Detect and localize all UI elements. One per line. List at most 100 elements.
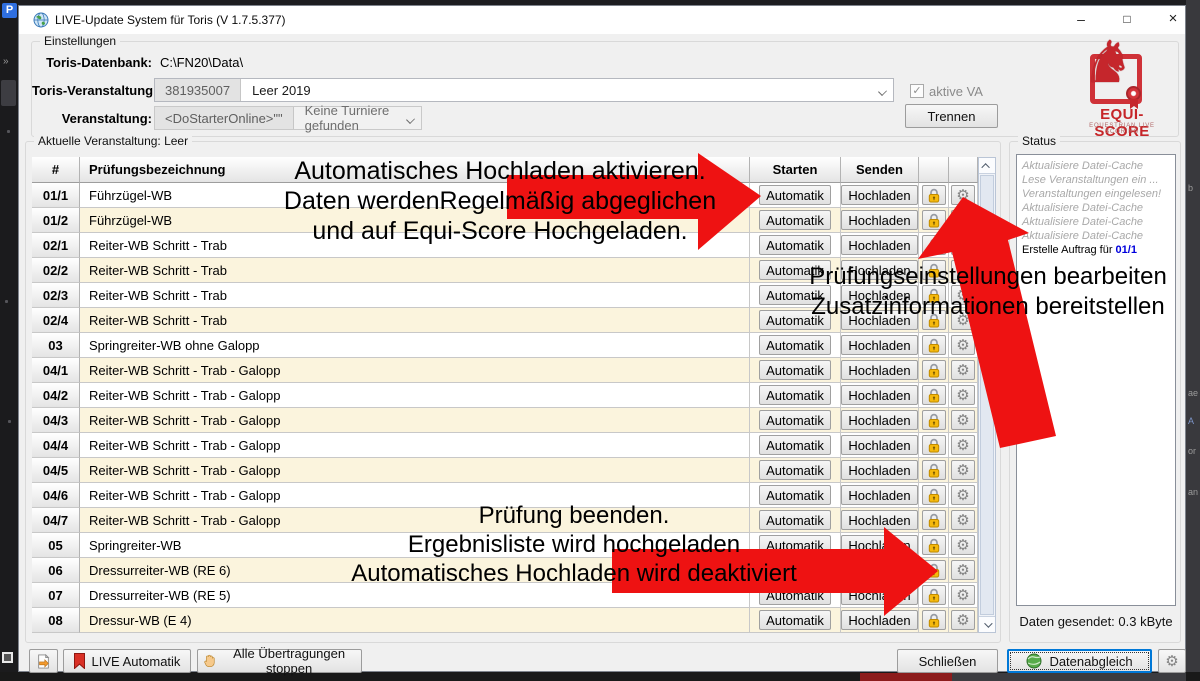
pruefung-name-cell[interactable]: Dressurreiter-WB (RE 6) xyxy=(80,558,750,583)
hochladen-button[interactable]: Hochladen xyxy=(841,460,917,480)
va-combobox[interactable]: <DoStarterOnline>"" Keine Turniere gefun… xyxy=(154,106,422,130)
pruefung-name-cell[interactable]: Führzügel-WB xyxy=(80,208,750,233)
hochladen-button[interactable]: Hochladen xyxy=(841,485,917,505)
pruefung-name-cell[interactable]: Reiter-WB Schritt - Trab - Galopp xyxy=(80,408,750,433)
hochladen-button[interactable]: Hochladen xyxy=(841,585,917,605)
automatik-button[interactable]: Automatik xyxy=(759,285,831,305)
automatik-button[interactable]: Automatik xyxy=(759,385,831,405)
lock-button[interactable] xyxy=(922,185,946,205)
automatik-button[interactable]: Automatik xyxy=(759,335,831,355)
hochladen-button[interactable]: Hochladen xyxy=(841,335,917,355)
pruefung-name-cell[interactable]: Dressur-WB (E 4) xyxy=(80,608,750,633)
automatik-button[interactable]: Automatik xyxy=(759,535,831,555)
pruefung-name-cell[interactable]: Reiter-WB Schritt - Trab xyxy=(80,258,750,283)
pruefung-name-cell[interactable]: Springreiter-WB ohne Galopp xyxy=(80,333,750,358)
schliessen-button[interactable]: Schließen xyxy=(897,649,998,673)
automatik-button[interactable]: Automatik xyxy=(759,260,831,280)
gear-button[interactable]: ⚙ xyxy=(951,460,975,480)
lock-button[interactable] xyxy=(922,310,946,330)
close-button[interactable]: × xyxy=(1151,6,1195,34)
automatik-button[interactable]: Automatik xyxy=(759,485,831,505)
settings-gear-button[interactable]: ⚙ xyxy=(1158,649,1186,673)
lock-button[interactable] xyxy=(922,260,946,280)
gear-button[interactable]: ⚙ xyxy=(951,360,975,380)
pruefung-name-cell[interactable]: Reiter-WB Schritt - Trab - Galopp xyxy=(80,483,750,508)
lock-button[interactable] xyxy=(922,610,946,630)
lock-button[interactable] xyxy=(922,285,946,305)
gear-button[interactable]: ⚙ xyxy=(951,185,975,205)
lock-button[interactable] xyxy=(922,485,946,505)
hochladen-button[interactable]: Hochladen xyxy=(841,435,917,455)
lock-button[interactable] xyxy=(922,360,946,380)
hochladen-button[interactable]: Hochladen xyxy=(841,210,917,230)
gear-button[interactable]: ⚙ xyxy=(951,610,975,630)
lock-button[interactable] xyxy=(922,510,946,530)
gear-button[interactable]: ⚙ xyxy=(951,560,975,580)
hochladen-button[interactable]: Hochladen xyxy=(841,535,917,555)
gear-button[interactable]: ⚙ xyxy=(951,335,975,355)
scrollbar-thumb[interactable] xyxy=(980,175,994,615)
hochladen-button[interactable]: Hochladen xyxy=(841,385,917,405)
hochladen-button[interactable]: Hochladen xyxy=(841,610,917,630)
automatik-button[interactable]: Automatik xyxy=(759,610,831,630)
event-combobox[interactable]: 381935007 Leer 2019 xyxy=(154,78,894,102)
table-scrollbar[interactable] xyxy=(978,157,996,633)
hochladen-button[interactable]: Hochladen xyxy=(841,510,917,530)
hochladen-button[interactable]: Hochladen xyxy=(841,285,917,305)
gear-button[interactable]: ⚙ xyxy=(951,585,975,605)
lock-button[interactable] xyxy=(922,560,946,580)
lock-button[interactable] xyxy=(922,210,946,230)
pruefung-name-cell[interactable]: Dressurreiter-WB (RE 5) xyxy=(80,583,750,608)
chevron-down-icon[interactable] xyxy=(878,87,887,96)
gear-button[interactable]: ⚙ xyxy=(951,210,975,230)
hochladen-button[interactable]: Hochladen xyxy=(841,260,917,280)
hochladen-button[interactable]: Hochladen xyxy=(841,560,917,580)
gear-button[interactable]: ⚙ xyxy=(951,410,975,430)
background-app-icon[interactable]: P xyxy=(2,3,17,18)
hochladen-button[interactable]: Hochladen xyxy=(841,310,917,330)
pruefung-name-cell[interactable]: Reiter-WB Schritt - Trab - Galopp xyxy=(80,383,750,408)
pruefung-name-cell[interactable]: Reiter-WB Schritt - Trab xyxy=(80,283,750,308)
automatik-button[interactable]: Automatik xyxy=(759,460,831,480)
scroll-down-button[interactable] xyxy=(979,616,995,632)
export-report-button[interactable] xyxy=(29,649,58,673)
automatik-button[interactable]: Automatik xyxy=(759,435,831,455)
automatik-button[interactable]: Automatik xyxy=(759,235,831,255)
pruefung-name-cell[interactable]: Reiter-WB Schritt - Trab - Galopp xyxy=(80,458,750,483)
automatik-button[interactable]: Automatik xyxy=(759,360,831,380)
hochladen-button[interactable]: Hochladen xyxy=(841,185,917,205)
lock-button[interactable] xyxy=(922,535,946,555)
lock-button[interactable] xyxy=(922,435,946,455)
pruefung-name-cell[interactable]: Reiter-WB Schritt - Trab xyxy=(80,308,750,333)
pruefung-name-cell[interactable]: Springreiter-WB xyxy=(80,533,750,558)
aktive-va-checkbox[interactable]: ✓ xyxy=(910,84,924,98)
automatik-button[interactable]: Automatik xyxy=(759,210,831,230)
gear-button[interactable]: ⚙ xyxy=(951,235,975,255)
scroll-up-button[interactable] xyxy=(979,158,995,174)
automatik-button[interactable]: Automatik xyxy=(759,560,831,580)
hochladen-button[interactable]: Hochladen xyxy=(841,410,917,430)
hochladen-button[interactable]: Hochladen xyxy=(841,235,917,255)
lock-button[interactable] xyxy=(922,410,946,430)
trennen-button[interactable]: Trennen xyxy=(905,104,998,128)
gear-button[interactable]: ⚙ xyxy=(951,260,975,280)
pruefung-name-cell[interactable]: Reiter-WB Schritt - Trab xyxy=(80,233,750,258)
lock-button[interactable] xyxy=(922,235,946,255)
hochladen-button[interactable]: Hochladen xyxy=(841,360,917,380)
automatik-button[interactable]: Automatik xyxy=(759,585,831,605)
gear-button[interactable]: ⚙ xyxy=(951,535,975,555)
pruefung-name-cell[interactable]: Führzügel-WB xyxy=(80,183,750,208)
automatik-button[interactable]: Automatik xyxy=(759,510,831,530)
pruefung-name-cell[interactable]: Reiter-WB Schritt - Trab - Galopp xyxy=(80,358,750,383)
gear-button[interactable]: ⚙ xyxy=(951,485,975,505)
datenabgleich-button[interactable]: Datenabgleich xyxy=(1007,649,1152,673)
automatik-button[interactable]: Automatik xyxy=(759,410,831,430)
gear-button[interactable]: ⚙ xyxy=(951,510,975,530)
lock-button[interactable] xyxy=(922,585,946,605)
pruefung-name-cell[interactable]: Reiter-WB Schritt - Trab - Galopp xyxy=(80,433,750,458)
stop-all-button[interactable]: Alle Übertragungen stoppen xyxy=(197,649,362,673)
lock-button[interactable] xyxy=(922,385,946,405)
automatik-button[interactable]: Automatik xyxy=(759,185,831,205)
pruefung-name-cell[interactable]: Reiter-WB Schritt - Trab - Galopp xyxy=(80,508,750,533)
gear-button[interactable]: ⚙ xyxy=(951,285,975,305)
